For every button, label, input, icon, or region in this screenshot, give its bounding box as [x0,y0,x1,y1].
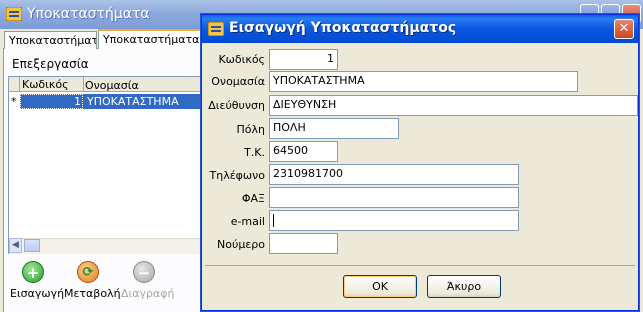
number-label: Νούμερο [217,238,265,251]
city-label: Πόλη [236,123,265,136]
column-header-code-label: Κωδικός [22,78,69,91]
fax-field[interactable] [269,187,519,208]
fax-label: ΦΑΞ [241,192,265,205]
refresh-icon: ⟳ [82,265,94,280]
email-label: e-mail [230,215,265,228]
ok-button[interactable]: OK [343,275,417,298]
code-field[interactable]: 1 [269,49,338,70]
change-button[interactable]: ⟳ [77,261,99,283]
cell-focus-rect [20,94,83,109]
delete-button-label: Διαγραφή [121,287,175,300]
minus-icon: − [137,264,151,282]
edit-section-label: Επεξεργασία [12,57,89,71]
address-label: Διεύθυνση [208,99,265,112]
insert-branch-dialog: Εισαγωγή Υποκαταστήματος ✕ Κωδικός 1 Ονο… [201,14,639,311]
number-field[interactable] [269,233,338,254]
branches-window-title: Υποκαταστήματα [27,6,150,22]
city-field[interactable]: ΠΟΛΗ [269,118,399,139]
phone-label: Τηλέφωνο [209,169,266,182]
column-header-code[interactable]: Κωδικός [20,77,84,91]
insert-button-label[interactable]: Εισαγωγή [10,287,64,300]
dialog-close-button[interactable]: ✕ [614,19,634,39]
tab-branches-more[interactable]: Υποκαταστήματα με [98,29,202,49]
new-row-marker: * [11,95,17,108]
scrollbar-thumb[interactable] [24,239,40,252]
phone-field[interactable]: 2310981700 [269,164,519,185]
email-field[interactable] [269,210,519,231]
address-field[interactable]: ΔΙΕΥΘΥΝΣΗ [269,95,638,116]
grid-row-selector-header [9,77,20,91]
delete-button: − [133,261,155,283]
close-icon: ✕ [618,21,630,36]
plus-icon: + [26,264,40,282]
cancel-button[interactable]: Άκυρο [427,275,501,298]
insert-button[interactable]: + [22,261,44,283]
change-button-label[interactable]: Μεταβολή [64,287,121,300]
code-label: Κωδικός [218,53,265,66]
app-icon [6,7,22,21]
dialog-title: Εισαγωγή Υποκαταστήματος [229,20,457,36]
app-icon [208,22,224,36]
text-cursor [273,213,274,227]
postal-code-label: Τ.Κ. [244,146,265,159]
column-header-name[interactable]: Ονομασία [85,79,139,92]
postal-code-field[interactable]: 64500 [269,141,338,162]
table-cell-name[interactable]: ΥΠΟΚΑΤΑΣΤΗΜΑ [87,95,179,108]
name-field[interactable]: ΥΠΟΚΑΤΑΣΤΗΜΑ [269,71,578,92]
dialog-titlebar[interactable]: Εισαγωγή Υποκαταστήματος ✕ [202,15,638,43]
tab-branches[interactable]: Υποκαταστήματα [4,31,97,49]
scroll-left-arrow-icon[interactable]: ◀ [9,238,22,253]
name-label: Ονομασία [211,75,265,88]
